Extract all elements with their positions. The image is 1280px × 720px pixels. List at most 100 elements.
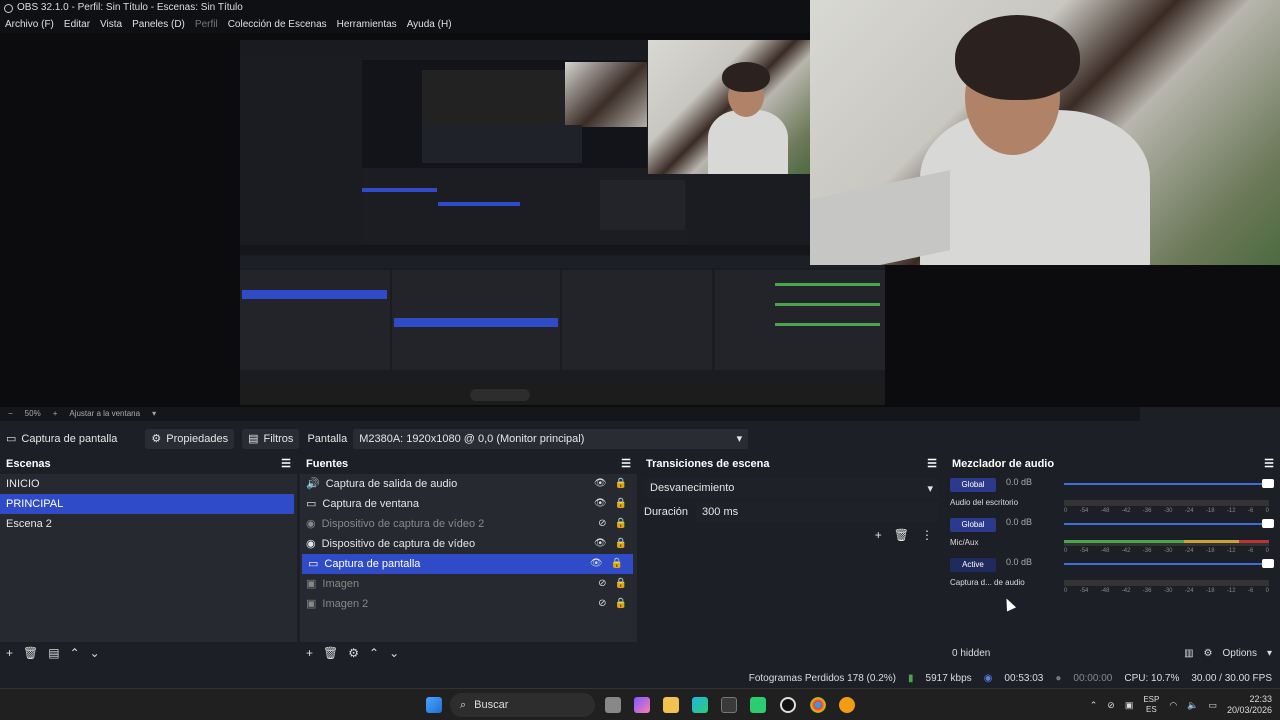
source-item[interactable]: ▣ Imagen 2 ⊘ 🔒 (300, 594, 637, 614)
menu-perfil[interactable]: Perfil (192, 16, 221, 33)
zoom-fit-select[interactable]: Ajustar a la ventana (69, 407, 140, 421)
language-indicator[interactable]: ESP ES (1143, 695, 1159, 715)
dock-menu-icon[interactable]: ☰ (927, 454, 937, 474)
taskbar-search[interactable]: ⌕ Buscar (450, 693, 595, 717)
mixer-options-button[interactable]: Options (1223, 648, 1257, 659)
volume-slider[interactable] (1064, 563, 1269, 565)
properties-button[interactable]: ⚙ Propiedades (145, 428, 235, 449)
clock[interactable]: 22:33 20/03/2026 (1227, 694, 1272, 716)
volume-slider-handle[interactable] (1262, 479, 1274, 488)
source-item[interactable]: 🔊 Captura de salida de audio 👁 🔒 (300, 474, 637, 494)
scene-item-principal[interactable]: PRINCIPAL (0, 494, 294, 514)
volume-slider[interactable] (1064, 483, 1269, 485)
wifi-icon[interactable]: ◠ (1169, 700, 1177, 711)
mixer-settings-icon[interactable]: ⚙ (1204, 648, 1213, 659)
eye-icon[interactable]: 👁 (594, 494, 607, 514)
tray-app-icon[interactable]: ▣ (1125, 700, 1134, 711)
copilot-icon[interactable] (634, 697, 650, 713)
remove-scene-button[interactable]: 🗑 (23, 646, 38, 660)
scene-item-inicio[interactable]: INICIO (0, 474, 297, 494)
eye-hidden-icon[interactable]: ⊘ (598, 594, 606, 614)
source-item-selected[interactable]: ▭ Captura de pantalla 👁 🔒 (302, 554, 633, 574)
remove-source-button[interactable]: 🗑 (323, 646, 338, 660)
windows-start-icon[interactable] (426, 697, 442, 713)
volume-icon[interactable]: 🔈 (1187, 700, 1198, 711)
chevron-down-icon[interactable]: ▾ (152, 407, 156, 421)
zoom-out-button[interactable]: − (8, 407, 13, 421)
chevron-down-icon: ▾ (927, 482, 933, 495)
dock-menu-icon[interactable]: ☰ (621, 454, 631, 474)
lock-icon[interactable]: 🔒 (615, 514, 627, 534)
eye-hidden-icon[interactable]: ⊘ (598, 574, 606, 594)
lock-icon[interactable]: 🔒 (615, 574, 627, 594)
scene-filters-button[interactable]: ▤ (48, 646, 59, 660)
volume-slider-handle[interactable] (1262, 559, 1274, 568)
screen-select[interactable]: M2380A: 1920x1080 @ 0,0 (Monitor princip… (353, 428, 749, 449)
transition-more-icon[interactable]: ⋮ (921, 528, 933, 542)
battery-icon[interactable]: ▭ (1208, 700, 1217, 711)
eye-icon[interactable]: 👁 (594, 534, 607, 554)
source-properties-button[interactable]: ⚙ (348, 646, 359, 660)
move-scene-up-button[interactable]: ⌃ (70, 646, 80, 660)
transition-select[interactable]: Desvanecimiento ▾ (644, 478, 939, 498)
lock-icon[interactable]: 🔒 (615, 594, 627, 614)
app-icon[interactable] (750, 697, 766, 713)
filters-button[interactable]: ▤ Filtros (242, 428, 300, 449)
volume-slider-handle[interactable] (1262, 519, 1274, 528)
zoom-in-button[interactable]: + (53, 407, 58, 421)
dock-menu-icon[interactable]: ☰ (1264, 454, 1274, 474)
menu-paneles[interactable]: Paneles (D) (129, 16, 188, 33)
remove-transition-button[interactable]: 🗑 (894, 528, 909, 542)
obs-logo-icon (4, 3, 13, 13)
scene-item-escena-2[interactable]: Escena 2 (0, 514, 297, 534)
source-item[interactable]: ◉ Dispositivo de captura de vídeo 2 ⊘ 🔒 (300, 514, 637, 534)
eye-icon[interactable]: 👁 (594, 474, 607, 494)
lock-icon[interactable]: 🔒 (615, 474, 627, 494)
edge-icon[interactable] (692, 697, 708, 713)
source-item[interactable]: ◉ Dispositivo de captura de vídeo 👁 🔒 (300, 534, 637, 554)
store-icon[interactable] (721, 697, 737, 713)
obs-taskbar-icon[interactable] (780, 697, 796, 713)
network-off-icon[interactable]: ⊘ (1107, 700, 1115, 711)
menu-coleccion-escenas[interactable]: Colección de Escenas (225, 16, 330, 33)
add-scene-button[interactable]: + (6, 646, 13, 660)
volume-slider[interactable] (1064, 523, 1269, 525)
file-explorer-icon[interactable] (663, 697, 679, 713)
add-transition-button[interactable]: + (875, 528, 882, 542)
task-view-icon[interactable] (605, 697, 621, 713)
move-source-up-button[interactable]: ⌃ (369, 646, 379, 660)
mixer-track-desktop-audio: Global 0.0 dB Audio del escritorio 0 -54-… (946, 474, 1280, 514)
source-label: Imagen (322, 578, 360, 590)
lock-icon[interactable]: 🔒 (611, 554, 623, 574)
eye-hidden-icon[interactable]: ⊘ (598, 514, 606, 534)
eye-icon[interactable]: 👁 (590, 554, 603, 574)
menu-vista[interactable]: Vista (97, 16, 125, 33)
add-source-button[interactable]: + (306, 646, 313, 660)
scenes-dock: Escenas ☰ INICIO PRINCIPAL Escena 2 + 🗑 ▤… (0, 454, 297, 664)
chevron-down-icon[interactable]: ▾ (1267, 648, 1272, 659)
mixer-layout-icon[interactable]: ▥ (1184, 648, 1193, 659)
hidden-count[interactable]: 0 hidden (952, 648, 990, 659)
lock-icon[interactable]: 🔒 (615, 534, 627, 554)
camera-icon: ◉ (306, 538, 316, 550)
lock-icon[interactable]: 🔒 (615, 494, 627, 514)
source-item[interactable]: ▭ Captura de ventana 👁 🔒 (300, 494, 637, 514)
menu-ayuda[interactable]: Ayuda (H) (404, 16, 455, 33)
dropped-frames: Fotogramas Perdidos 178 (0.2%) (748, 672, 897, 684)
track-badge[interactable]: Global (950, 518, 996, 532)
menu-editar[interactable]: Editar (61, 16, 93, 33)
menu-archivo[interactable]: Archivo (F) (2, 16, 57, 33)
move-source-down-button[interactable]: ⌄ (389, 646, 399, 660)
screen-select-value: M2380A: 1920x1080 @ 0,0 (Monitor princip… (359, 432, 585, 445)
duration-input[interactable]: 300 ms (696, 502, 939, 522)
search-app-icon[interactable] (839, 697, 855, 713)
track-badge[interactable]: Global (950, 478, 996, 492)
chrome-icon[interactable] (810, 697, 826, 713)
dock-menu-icon[interactable]: ☰ (281, 454, 291, 474)
source-item[interactable]: ▣ Imagen ⊘ 🔒 (300, 574, 637, 594)
chevron-up-icon[interactable]: ⌃ (1090, 700, 1098, 711)
track-badge[interactable]: Active (950, 558, 996, 572)
windows-taskbar: ⌕ Buscar ⌃ ⊘ ▣ ESP ES ◠ 🔈 ▭ 22:33 20/03/20… (0, 688, 1280, 720)
menu-herramientas[interactable]: Herramientas (334, 16, 400, 33)
move-scene-down-button[interactable]: ⌄ (90, 646, 100, 660)
